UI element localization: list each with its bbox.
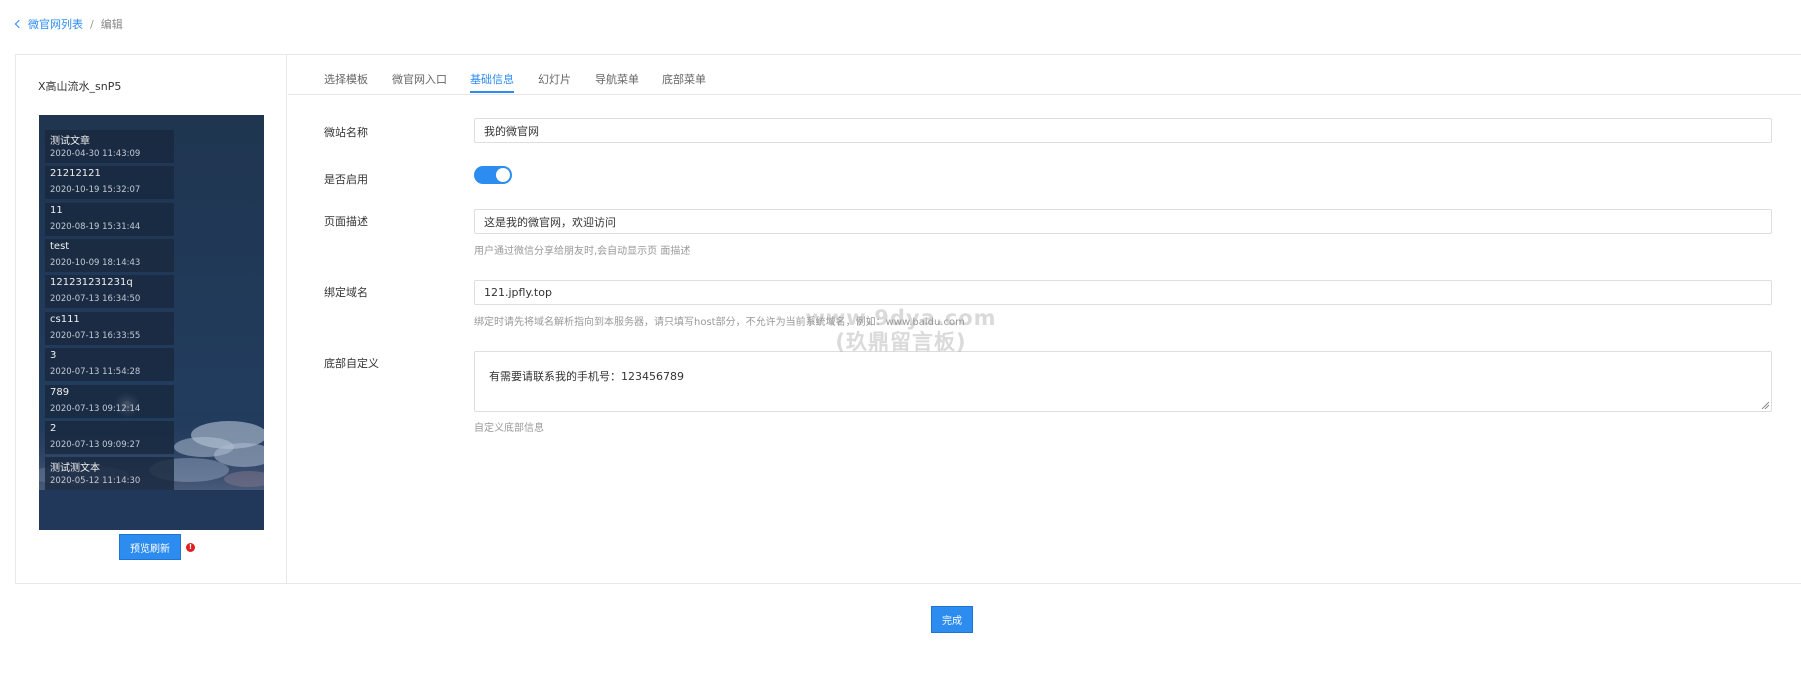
editor-card: X高山流水_snP5 测试文章 2020-04-30 11:43:09 2121… — [15, 54, 1801, 584]
tab-slideshow[interactable]: 幻灯片 — [538, 71, 571, 93]
list-item[interactable]: 2 2020-07-13 09:09:27 — [45, 421, 174, 454]
settings-panel: 选择模板 微官网入口 基础信息 幻灯片 导航菜单 底部菜单 微站名称 我的微官网… — [288, 55, 1801, 583]
article-title: 3 — [50, 350, 57, 361]
tab-site-entry[interactable]: 微官网入口 — [392, 71, 447, 93]
list-item[interactable]: 11 2020-08-19 15:31:44 — [45, 203, 174, 236]
footer-hint: 自定义底部信息 — [474, 423, 544, 434]
article-date: 2020-07-13 09:12:14 — [50, 404, 141, 414]
article-title: 测试测文本 — [50, 463, 100, 474]
domain-label: 绑定域名 — [324, 286, 368, 299]
tab-basic-info[interactable]: 基础信息 — [470, 71, 514, 93]
list-item[interactable]: 789 2020-07-13 09:12:14 — [45, 385, 174, 418]
article-date: 2020-07-13 16:33:55 — [50, 331, 141, 341]
tab-footer-menu[interactable]: 底部菜单 — [662, 71, 706, 93]
article-title: test — [50, 241, 70, 252]
breadcrumb: 微官网列表 / 编辑 — [14, 16, 123, 32]
list-item[interactable]: 21212121 2020-10-19 15:32:07 — [45, 166, 174, 199]
article-date: 2020-07-13 11:54:28 — [50, 367, 141, 377]
phone-preview: 测试文章 2020-04-30 11:43:09 21212121 2020-1… — [39, 115, 264, 530]
tab-select-template[interactable]: 选择模板 — [324, 71, 368, 93]
list-item[interactable]: 3 2020-07-13 11:54:28 — [45, 348, 174, 381]
template-name: X高山流水_snP5 — [38, 80, 122, 93]
list-item[interactable]: cs111 2020-07-13 16:33:55 — [45, 312, 174, 345]
description-hint: 用户通过微信分享给朋友时,会自动显示页 面描述 — [474, 246, 691, 257]
article-title: 11 — [50, 205, 63, 216]
tab-nav-menu[interactable]: 导航菜单 — [595, 71, 639, 93]
footer-text: 有需要请联系我的手机号：123456789 — [489, 370, 684, 383]
list-item[interactable]: test 2020-10-09 18:14:43 — [45, 239, 174, 272]
article-date: 2020-07-13 16:34:50 — [50, 294, 141, 304]
site-name-input[interactable]: 我的微官网 — [474, 118, 1772, 143]
description-input[interactable]: 这是我的微官网，欢迎访问 — [474, 209, 1772, 234]
footer-textarea[interactable]: 有需要请联系我的手机号：123456789 — [474, 351, 1772, 412]
enabled-label: 是否启用 — [324, 173, 368, 186]
list-item[interactable]: 测试文章 2020-04-30 11:43:09 — [45, 130, 174, 163]
article-title: 121231231231q — [50, 277, 133, 288]
article-date: 2020-05-12 11:14:30 — [50, 476, 141, 486]
breadcrumb-separator: / — [90, 17, 94, 31]
article-title: 2 — [50, 423, 57, 434]
article-date: 2020-04-30 11:43:09 — [50, 149, 141, 159]
article-title: 789 — [50, 387, 70, 398]
article-date: 2020-08-19 15:31:44 — [50, 222, 141, 232]
enabled-toggle[interactable] — [474, 166, 512, 184]
article-title: 21212121 — [50, 168, 101, 179]
info-icon[interactable]: ! — [186, 543, 195, 552]
footer-label: 底部自定义 — [324, 357, 379, 370]
phone-footer-area — [39, 490, 264, 530]
description-label: 页面描述 — [324, 215, 368, 228]
breadcrumb-back-link[interactable]: 微官网列表 — [14, 16, 83, 32]
list-item[interactable]: 121231231231q 2020-07-13 16:34:50 — [45, 275, 174, 308]
article-date: 2020-10-19 15:32:07 — [50, 185, 141, 195]
tab-bar: 选择模板 微官网入口 基础信息 幻灯片 导航菜单 底部菜单 — [288, 55, 1801, 95]
toggle-knob — [496, 168, 510, 182]
preview-refresh-button[interactable]: 预览刷新 — [119, 534, 181, 560]
domain-input[interactable]: 121.jpfly.top — [474, 280, 1772, 305]
breadcrumb-back-label: 微官网列表 — [28, 18, 83, 31]
list-item[interactable]: 测试测文本 2020-05-12 11:14:30 — [45, 457, 174, 490]
article-date: 2020-10-09 18:14:43 — [50, 258, 141, 268]
done-button[interactable]: 完成 — [931, 606, 973, 633]
preview-panel: X高山流水_snP5 测试文章 2020-04-30 11:43:09 2121… — [16, 55, 287, 583]
article-date: 2020-07-13 09:09:27 — [50, 440, 141, 450]
article-title: 测试文章 — [50, 136, 90, 147]
chevron-left-icon — [14, 19, 24, 29]
domain-hint: 绑定时请先将域名解析指向到本服务器，请只填写host部分，不允许为当前系统域名，… — [474, 317, 965, 328]
resize-handle-icon[interactable] — [1761, 401, 1769, 409]
breadcrumb-current: 编辑 — [100, 18, 123, 31]
site-name-label: 微站名称 — [324, 126, 368, 139]
article-title: cs111 — [50, 314, 80, 325]
